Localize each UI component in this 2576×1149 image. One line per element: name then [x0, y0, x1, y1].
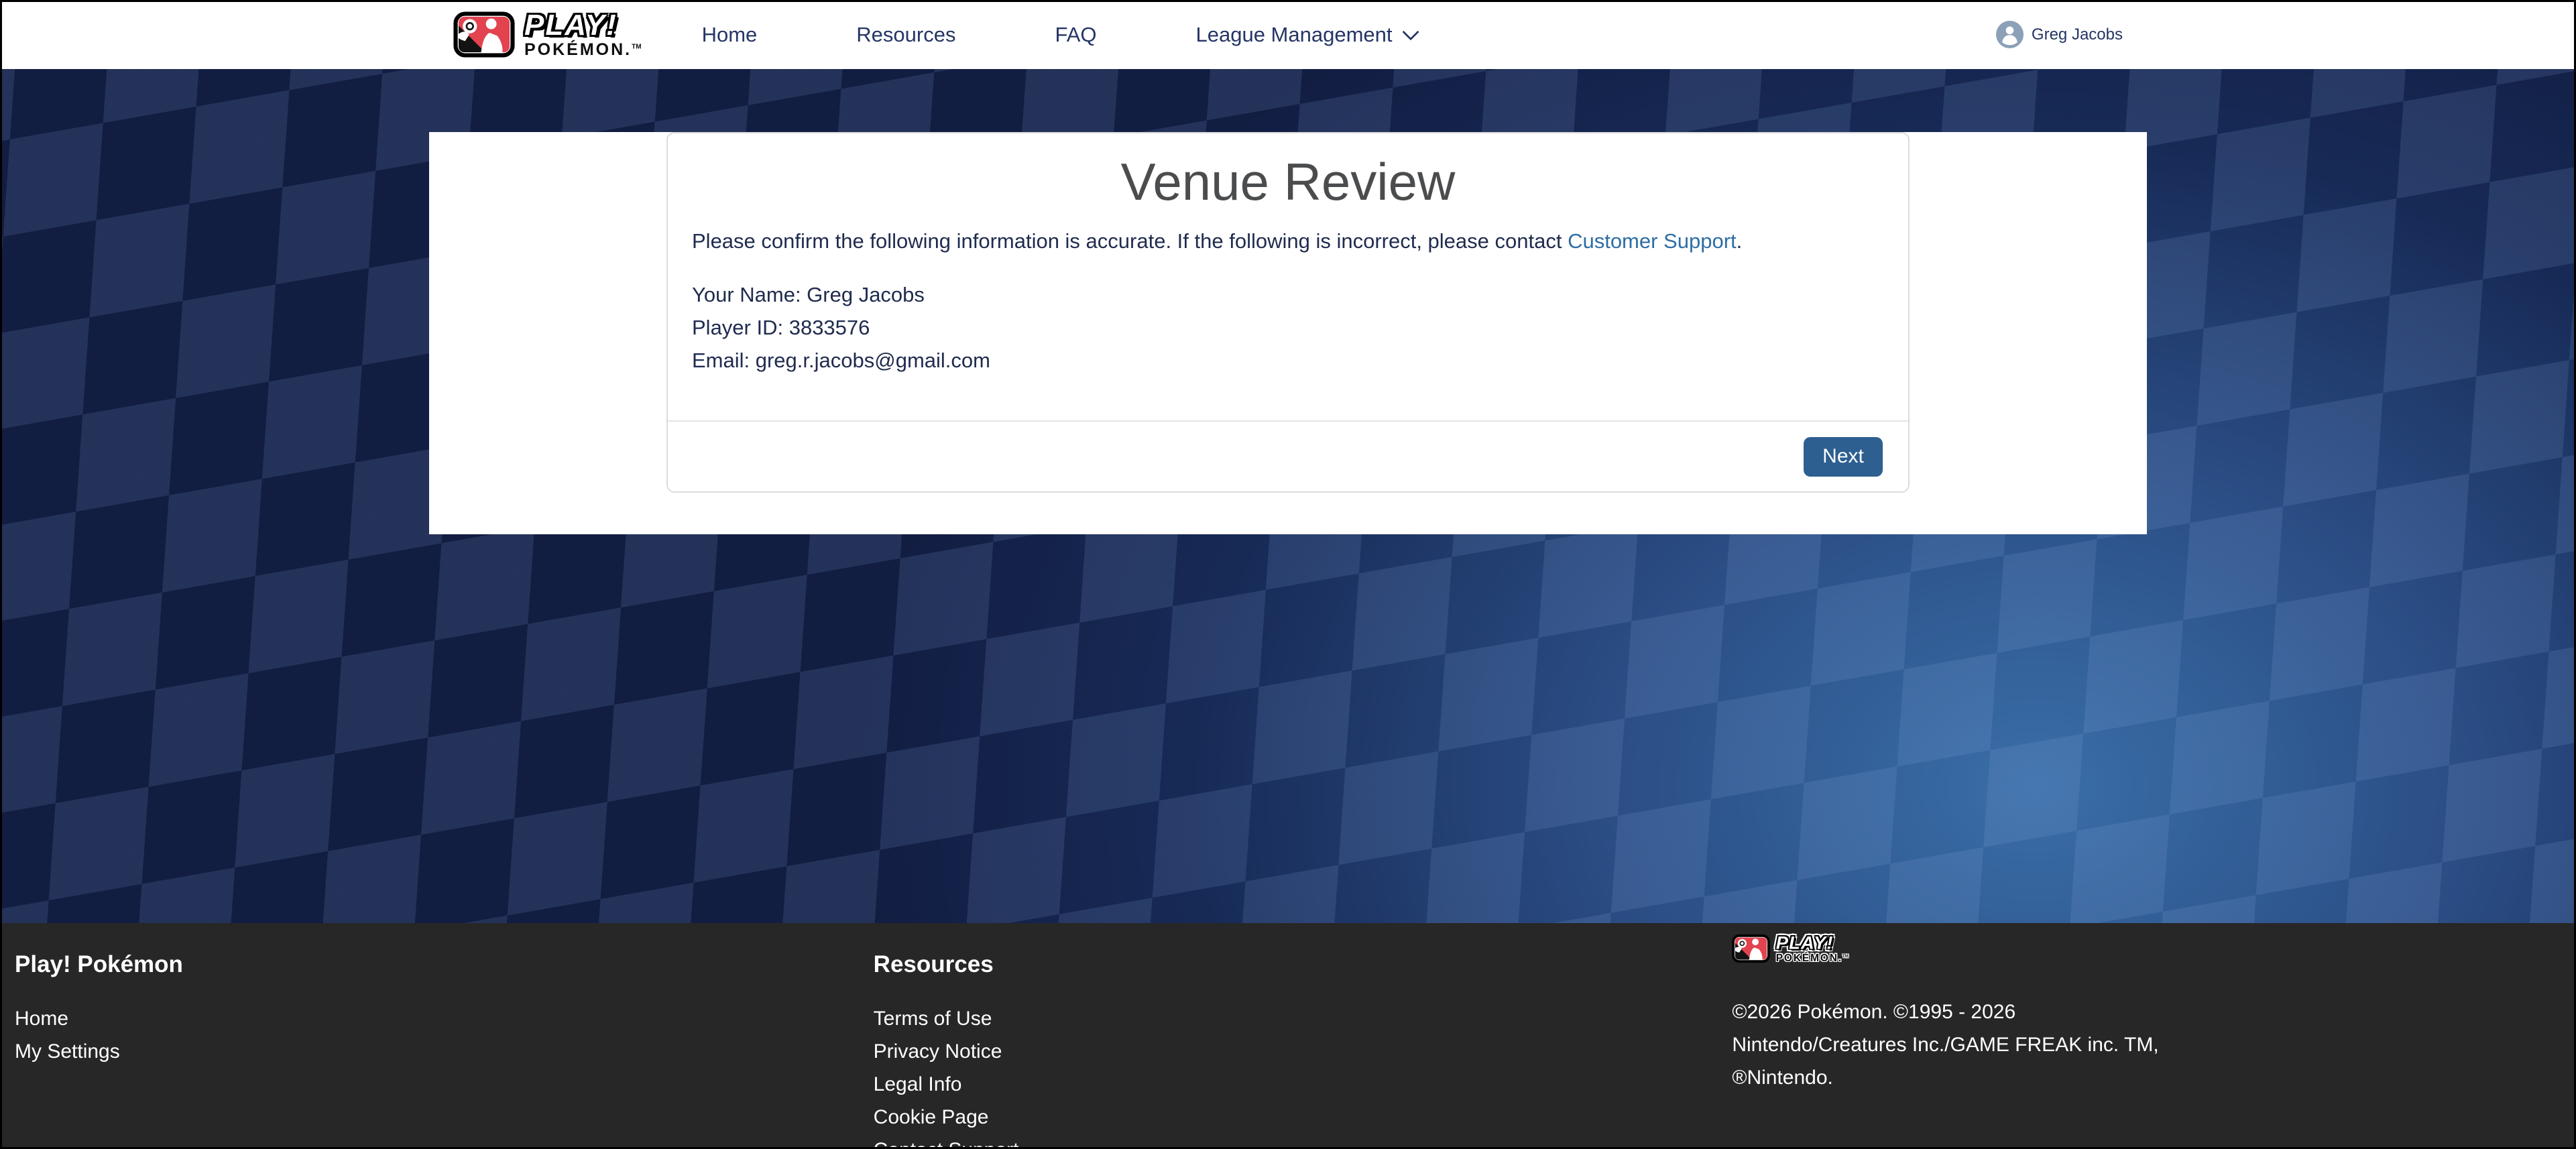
footer-column-legal: PLAY! POKÉMON.TM ©2026 Pokémon. ©1995 - …: [1717, 923, 2576, 1149]
wordmark-tm: TM: [632, 44, 641, 51]
email-line: Email: greg.r.jacobs@gmail.com: [692, 344, 1884, 377]
footer-link-terms-of-use[interactable]: Terms of Use: [874, 1002, 1718, 1035]
footer-play-pokemon-logo: PLAY! POKÉMON.TM: [1732, 934, 1881, 963]
chevron-down-icon: [1402, 23, 1419, 40]
footer-play-pokemon-logo-icon: [1732, 934, 1770, 963]
person-icon: [1996, 21, 2024, 48]
footer-link-my-settings[interactable]: My Settings: [15, 1035, 859, 1068]
footer-link-home[interactable]: Home: [15, 1002, 859, 1035]
main-background: Venue Review Please confirm the followin…: [0, 69, 2576, 923]
copyright-text: ©2026 Pokémon. ©1995 - 2026 Nintendo/Cre…: [1732, 995, 2576, 1094]
user-name: Greg Jacobs: [2032, 25, 2123, 44]
player-id-line: Player ID: 3833576: [692, 311, 1884, 344]
footer-wordmark: PLAY! POKÉMON.TM: [1776, 934, 1849, 963]
content-panel: Venue Review Please confirm the followin…: [429, 132, 2147, 534]
your-name-line: Your Name: Greg Jacobs: [692, 278, 1884, 311]
top-navbar: PLAY! POKÉMON.TM Home Resources FAQ Leag…: [0, 0, 2576, 69]
footer-link-cookie-page[interactable]: Cookie Page: [874, 1101, 1718, 1134]
nav-faq[interactable]: FAQ: [1055, 23, 1096, 47]
footer-column-play-pokemon: Play! Pokémon Home My Settings: [0, 923, 859, 1149]
play-pokemon-logo-icon: [453, 11, 515, 58]
venue-review-card: Venue Review Please confirm the followin…: [666, 132, 1910, 493]
player-info: Your Name: Greg Jacobs Player ID: 383357…: [692, 278, 1884, 377]
copyright-line-3: ®Nintendo.: [1732, 1061, 2576, 1094]
play-pokemon-wordmark: PLAY! POKÉMON.TM: [524, 11, 642, 58]
nav-resources[interactable]: Resources: [856, 23, 955, 47]
footer-heading-play-pokemon: Play! Pokémon: [15, 951, 859, 978]
footer-wordmark-pokemon: POKÉMON.: [1776, 952, 1842, 963]
footer-column-resources: Resources Terms of Use Privacy Notice Le…: [859, 923, 1718, 1149]
venue-review-card-footer: Next: [668, 420, 1908, 491]
nav-home[interactable]: Home: [702, 23, 758, 47]
footer-wordmark-play: PLAY!: [1776, 934, 1849, 952]
footer-link-privacy-notice[interactable]: Privacy Notice: [874, 1035, 1718, 1068]
confirmation-text-after: .: [1737, 229, 1743, 253]
page: PLAY! POKÉMON.TM Home Resources FAQ Leag…: [0, 0, 2576, 1149]
venue-review-card-body: Venue Review Please confirm the followin…: [668, 133, 1908, 420]
play-pokemon-logo[interactable]: PLAY! POKÉMON.TM: [453, 11, 642, 58]
confirmation-text-before: Please confirm the following information…: [692, 229, 1568, 253]
wordmark-play: PLAY!: [524, 11, 642, 40]
footer-logo-wrap: PLAY! POKÉMON.TM: [1732, 934, 1879, 981]
copyright-line-2: Nintendo/Creatures Inc./GAME FREAK inc. …: [1732, 1028, 2576, 1061]
footer-heading-resources: Resources: [874, 951, 1718, 978]
navbar-inner: PLAY! POKÉMON.TM Home Resources FAQ Leag…: [429, 0, 2147, 69]
confirmation-text: Please confirm the following information…: [692, 226, 1884, 257]
wordmark-pokemon: POKÉMON.: [524, 40, 632, 59]
page-title: Venue Review: [692, 155, 1884, 210]
primary-nav: Home Resources FAQ League Management: [702, 23, 1417, 47]
avatar: [1996, 21, 2024, 48]
footer-link-contact-support[interactable]: Contact Support: [874, 1134, 1718, 1149]
footer-wordmark-tm: TM: [1842, 954, 1849, 959]
nav-league-management-label: League Management: [1195, 23, 1392, 47]
page-footer: Play! Pokémon Home My Settings Resources…: [0, 923, 2576, 1149]
nav-league-management[interactable]: League Management: [1195, 23, 1416, 47]
copyright-line-1: ©2026 Pokémon. ©1995 - 2026: [1732, 995, 2576, 1028]
customer-support-link[interactable]: Customer Support: [1568, 229, 1737, 253]
next-button[interactable]: Next: [1804, 437, 1883, 477]
footer-link-legal-info[interactable]: Legal Info: [874, 1068, 1718, 1101]
user-menu[interactable]: Greg Jacobs: [1996, 21, 2123, 48]
